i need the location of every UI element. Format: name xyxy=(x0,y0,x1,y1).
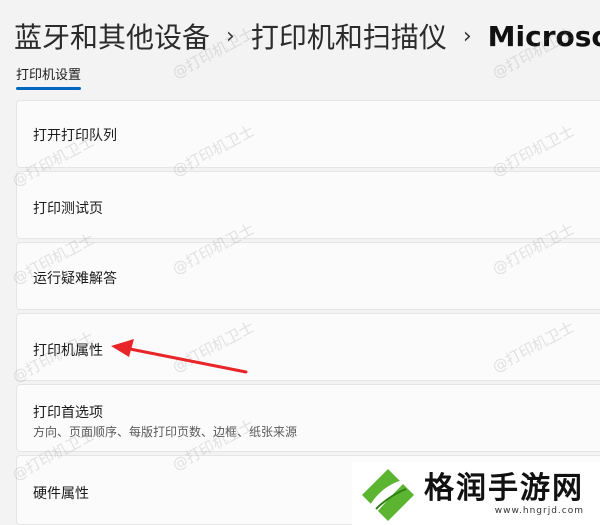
leaf-logo-icon xyxy=(362,468,414,521)
tab-active-indicator xyxy=(16,87,82,90)
breadcrumb-item-bluetooth-devices[interactable]: 蓝牙和其他设备 xyxy=(14,16,210,56)
breadcrumb-item-current-printer: Microso xyxy=(487,19,600,53)
setting-description: 方向、页面顺序、每版打印页数、边框、纸张来源 xyxy=(33,425,298,439)
setting-label: 硬件属性 xyxy=(33,486,89,502)
tab-label: 打印机设置 xyxy=(16,68,82,83)
site-logo: 格润手游网 www.hngrjd.com xyxy=(352,462,600,525)
logo-name: 格润手游网 xyxy=(424,470,584,506)
setting-label: 运行疑难解答 xyxy=(33,271,117,287)
tab-printer-settings[interactable]: 打印机设置 xyxy=(16,64,82,90)
logo-url: www.hngrjd.com xyxy=(494,505,584,516)
setting-label: 打印测试页 xyxy=(33,201,103,217)
printer-properties-button[interactable]: 打印机属性 xyxy=(16,313,600,381)
breadcrumb: 蓝牙和其他设备 › 打印机和扫描仪 › Microso xyxy=(14,14,600,58)
setting-label: 打印首选项 xyxy=(33,405,103,421)
setting-label: 打开打印队列 xyxy=(33,128,117,144)
print-test-page-button[interactable]: 打印测试页 xyxy=(16,171,600,239)
breadcrumb-item-printers-scanners[interactable]: 打印机和扫描仪 xyxy=(251,16,447,56)
open-print-queue-button[interactable]: 打开打印队列 xyxy=(16,100,600,168)
run-troubleshooter-button[interactable]: 运行疑难解答 xyxy=(16,242,600,310)
chevron-right-icon: › xyxy=(226,23,235,49)
printing-preferences-button[interactable]: 打印首选项 方向、页面顺序、每版打印页数、边框、纸张来源 xyxy=(16,384,600,452)
chevron-right-icon: › xyxy=(462,23,472,49)
setting-label: 打印机属性 xyxy=(33,343,103,359)
